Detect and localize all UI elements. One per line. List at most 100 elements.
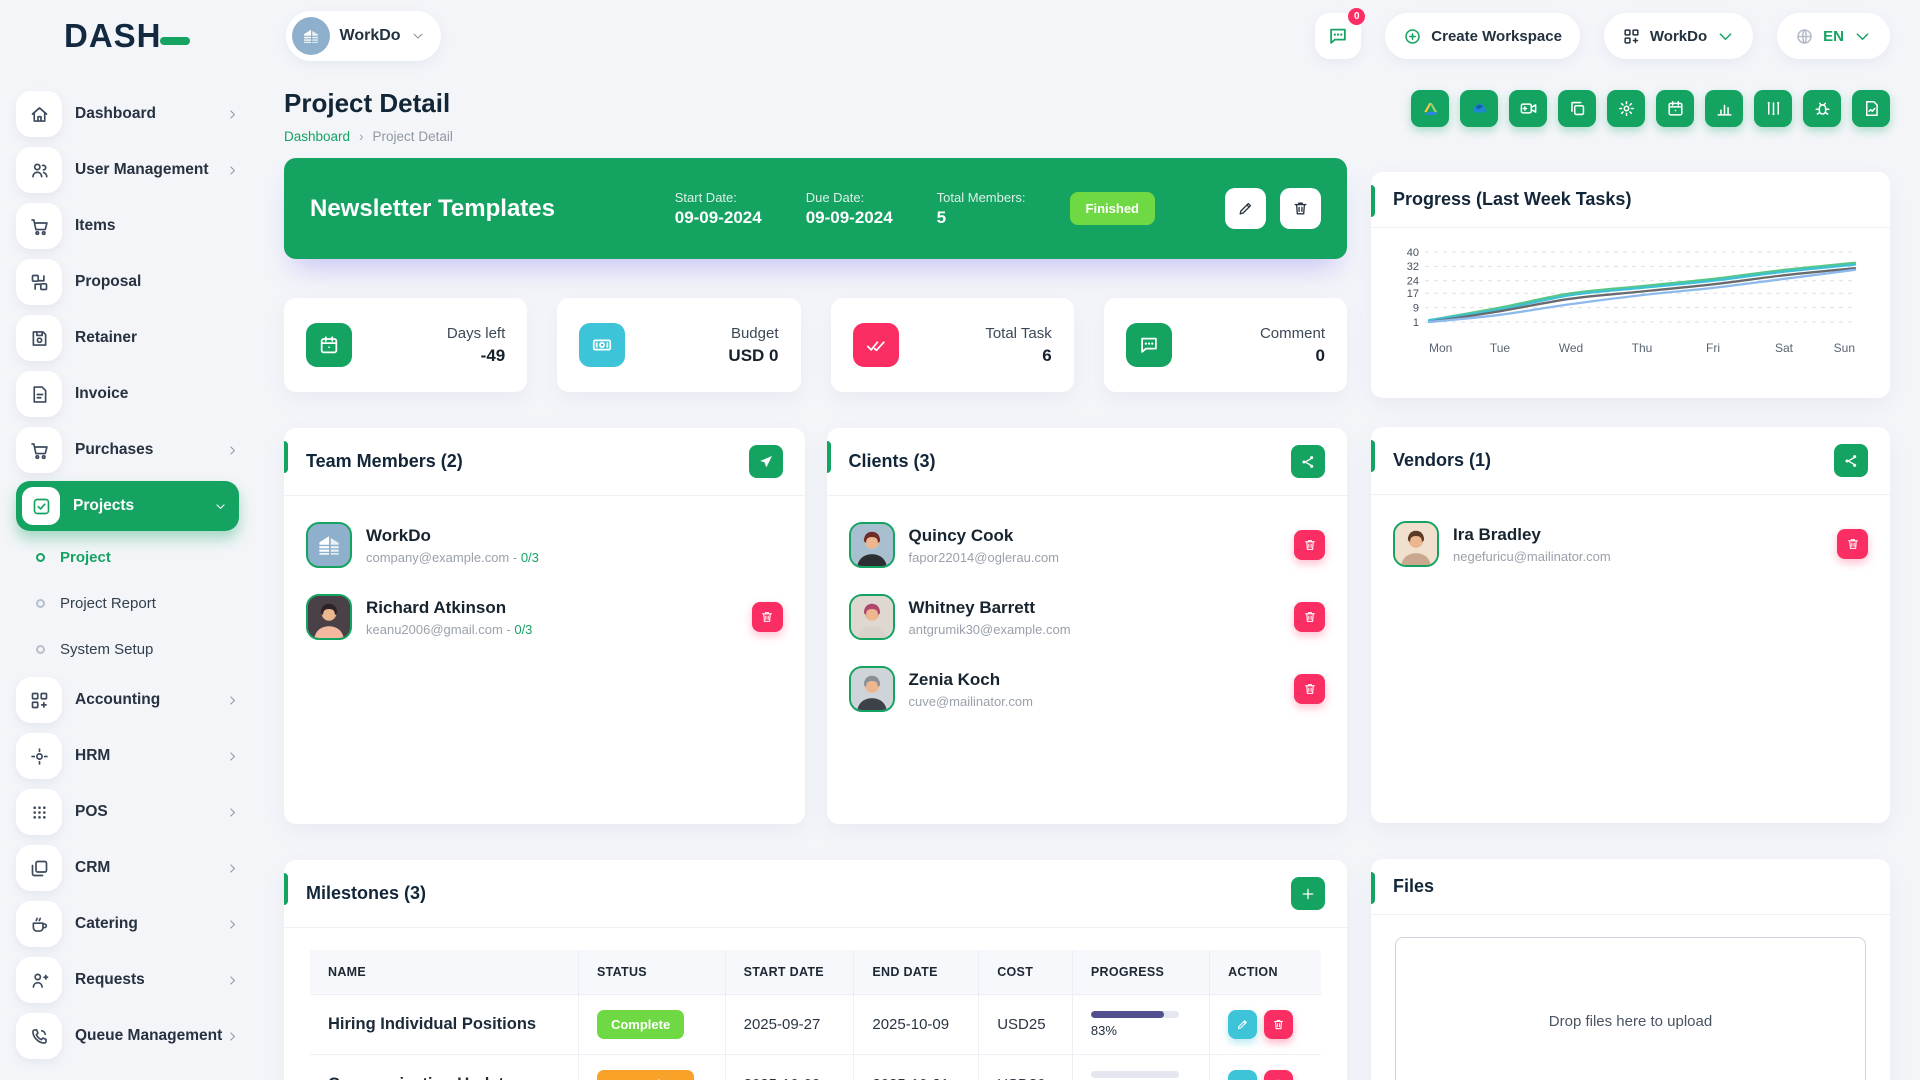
edit-milestone-button[interactable]	[1228, 1070, 1257, 1080]
chevron-right-icon	[226, 694, 239, 707]
toolbar-button[interactable]	[1803, 90, 1841, 127]
sidebar-subitem[interactable]: Project	[16, 534, 239, 580]
remove-client-button[interactable]	[1294, 602, 1325, 632]
toolbar-button[interactable]	[1558, 90, 1596, 127]
edit-milestone-button[interactable]	[1228, 1010, 1257, 1039]
sidebar: Dashboard User Management Items Proposal	[0, 72, 255, 1080]
share-clients-button[interactable]	[1291, 445, 1325, 478]
milestone-name: Hiring Individual Positions	[310, 995, 578, 1055]
sidebar-item[interactable]: Queue Management	[16, 1008, 239, 1064]
stat-card: Total Task 6	[831, 298, 1074, 392]
sidebar-item-label: HRM	[75, 747, 226, 765]
sidebar-item[interactable]: HRM	[16, 728, 239, 784]
sidebar-item[interactable]: Projects	[16, 481, 239, 531]
sidebar-subitem[interactable]: Project Report	[16, 580, 239, 626]
remove-vendor-button[interactable]	[1837, 529, 1868, 559]
toolbar-button[interactable]	[1705, 90, 1743, 127]
sidebar-item[interactable]: CRM	[16, 840, 239, 896]
milestone-status-badge: Incomplete	[597, 1070, 694, 1080]
dropzone-text: Drop files here to upload	[1549, 1013, 1712, 1030]
sidebar-item[interactable]: Dashboard	[16, 86, 239, 142]
edit-project-button[interactable]	[1225, 188, 1266, 229]
milestone-cost: USD30	[979, 1055, 1073, 1080]
sidebar-item[interactable]: Accounting	[16, 672, 239, 728]
sidebar-item[interactable]: Proposal	[16, 254, 239, 310]
vendors-title: Vendors (1)	[1393, 450, 1491, 471]
toolbar-button[interactable]	[1852, 90, 1890, 127]
topbar: DASH WorkDo 0 Create Workspace WorkDo EN	[0, 0, 1920, 72]
column-header: ACTION	[1210, 950, 1321, 995]
sidebar-item[interactable]: Invoice	[16, 366, 239, 422]
create-workspace-button[interactable]: Create Workspace	[1385, 13, 1580, 59]
toolbar-button[interactable]	[1411, 90, 1449, 127]
sidebar-item[interactable]: POS	[16, 784, 239, 840]
avatar	[849, 522, 895, 568]
share-icon	[1300, 454, 1316, 470]
workspace-switcher[interactable]: WorkDo	[286, 11, 441, 61]
language-selector[interactable]: EN	[1777, 13, 1890, 59]
sidebar-item[interactable]: Retainer	[16, 310, 239, 366]
toolbar-button[interactable]	[1607, 90, 1645, 127]
chat-icon	[1327, 25, 1349, 47]
column-header: COST	[979, 950, 1073, 995]
client-row: Zenia Koch cuve@mailinator.com	[849, 666, 1326, 712]
trash-icon	[1303, 538, 1317, 552]
client-name: Zenia Koch	[909, 670, 1033, 690]
phone-icon	[29, 1026, 50, 1047]
sidebar-subitem[interactable]: System Setup	[16, 626, 239, 672]
toolbar-button[interactable]	[1754, 90, 1792, 127]
remove-member-button[interactable]	[752, 602, 783, 632]
sidebar-item-label: Proposal	[75, 273, 239, 291]
invoice-icon	[29, 384, 50, 405]
file-dropzone[interactable]: Drop files here to upload	[1395, 937, 1866, 1080]
milestones-card: Milestones (3) NAMESTATUSSTART DATEEND D…	[284, 860, 1347, 1080]
delete-milestone-button[interactable]	[1264, 1010, 1293, 1039]
remove-client-button[interactable]	[1294, 674, 1325, 704]
grid-plus-icon	[29, 690, 50, 711]
paper-plane-icon	[758, 454, 774, 470]
project-name: Newsletter Templates	[310, 195, 675, 223]
member-task-ratio: 0/3	[521, 550, 539, 565]
trash-icon	[760, 610, 774, 624]
calendar-icon	[1666, 99, 1685, 118]
sidebar-item-label: User Management	[75, 161, 226, 179]
calendar-icon	[318, 334, 340, 356]
milestone-start-date: 2025-10-09	[725, 1055, 854, 1080]
client-row: Whitney Barrett antgrumik30@example.com	[849, 594, 1326, 640]
breadcrumb-current: Project Detail	[373, 129, 453, 144]
delete-project-button[interactable]	[1280, 188, 1321, 229]
chevron-right-icon	[226, 862, 239, 875]
sidebar-item[interactable]: Items	[16, 198, 239, 254]
milestone-row: Communication Updates Incomplete 2025-10…	[310, 1055, 1321, 1080]
sidebar-item[interactable]: User Management	[16, 142, 239, 198]
clients-title: Clients (3)	[849, 451, 936, 472]
share-vendors-button[interactable]	[1834, 444, 1868, 477]
files-title: Files	[1393, 876, 1434, 897]
grid-dots-icon	[29, 802, 50, 823]
invite-member-button[interactable]	[749, 445, 783, 478]
toolbar-button[interactable]	[1460, 90, 1498, 127]
logo[interactable]: DASH	[64, 17, 190, 55]
sidebar-item[interactable]: Purchases	[16, 422, 239, 478]
sidebar-item-label: Retainer	[75, 329, 239, 347]
add-milestone-button[interactable]	[1291, 877, 1325, 910]
sidebar-item[interactable]: Catering	[16, 896, 239, 952]
toolbar-button[interactable]	[1656, 90, 1694, 127]
trash-icon	[1303, 682, 1317, 696]
sidebar-item[interactable]: Requests	[16, 952, 239, 1008]
client-email: fapor22014@oglerau.com	[909, 550, 1060, 565]
client-email: antgrumik30@example.com	[909, 622, 1071, 637]
gear-icon	[1617, 99, 1636, 118]
chevron-right-icon	[226, 444, 239, 457]
trash-icon	[1292, 200, 1309, 217]
remove-client-button[interactable]	[1294, 530, 1325, 560]
milestones-table: NAMESTATUSSTART DATEEND DATECOSTPROGRESS…	[310, 950, 1321, 1080]
member-name: WorkDo	[366, 526, 539, 546]
sidebar-item-label: Queue Management	[75, 1027, 226, 1045]
toolbar-button[interactable]	[1509, 90, 1547, 127]
breadcrumb-dashboard-link[interactable]: Dashboard	[284, 129, 350, 144]
workspace-menu-button[interactable]: WorkDo	[1604, 13, 1753, 59]
delete-milestone-button[interactable]	[1264, 1070, 1293, 1080]
double-check-icon	[865, 334, 887, 356]
messages-button[interactable]: 0	[1315, 13, 1361, 59]
